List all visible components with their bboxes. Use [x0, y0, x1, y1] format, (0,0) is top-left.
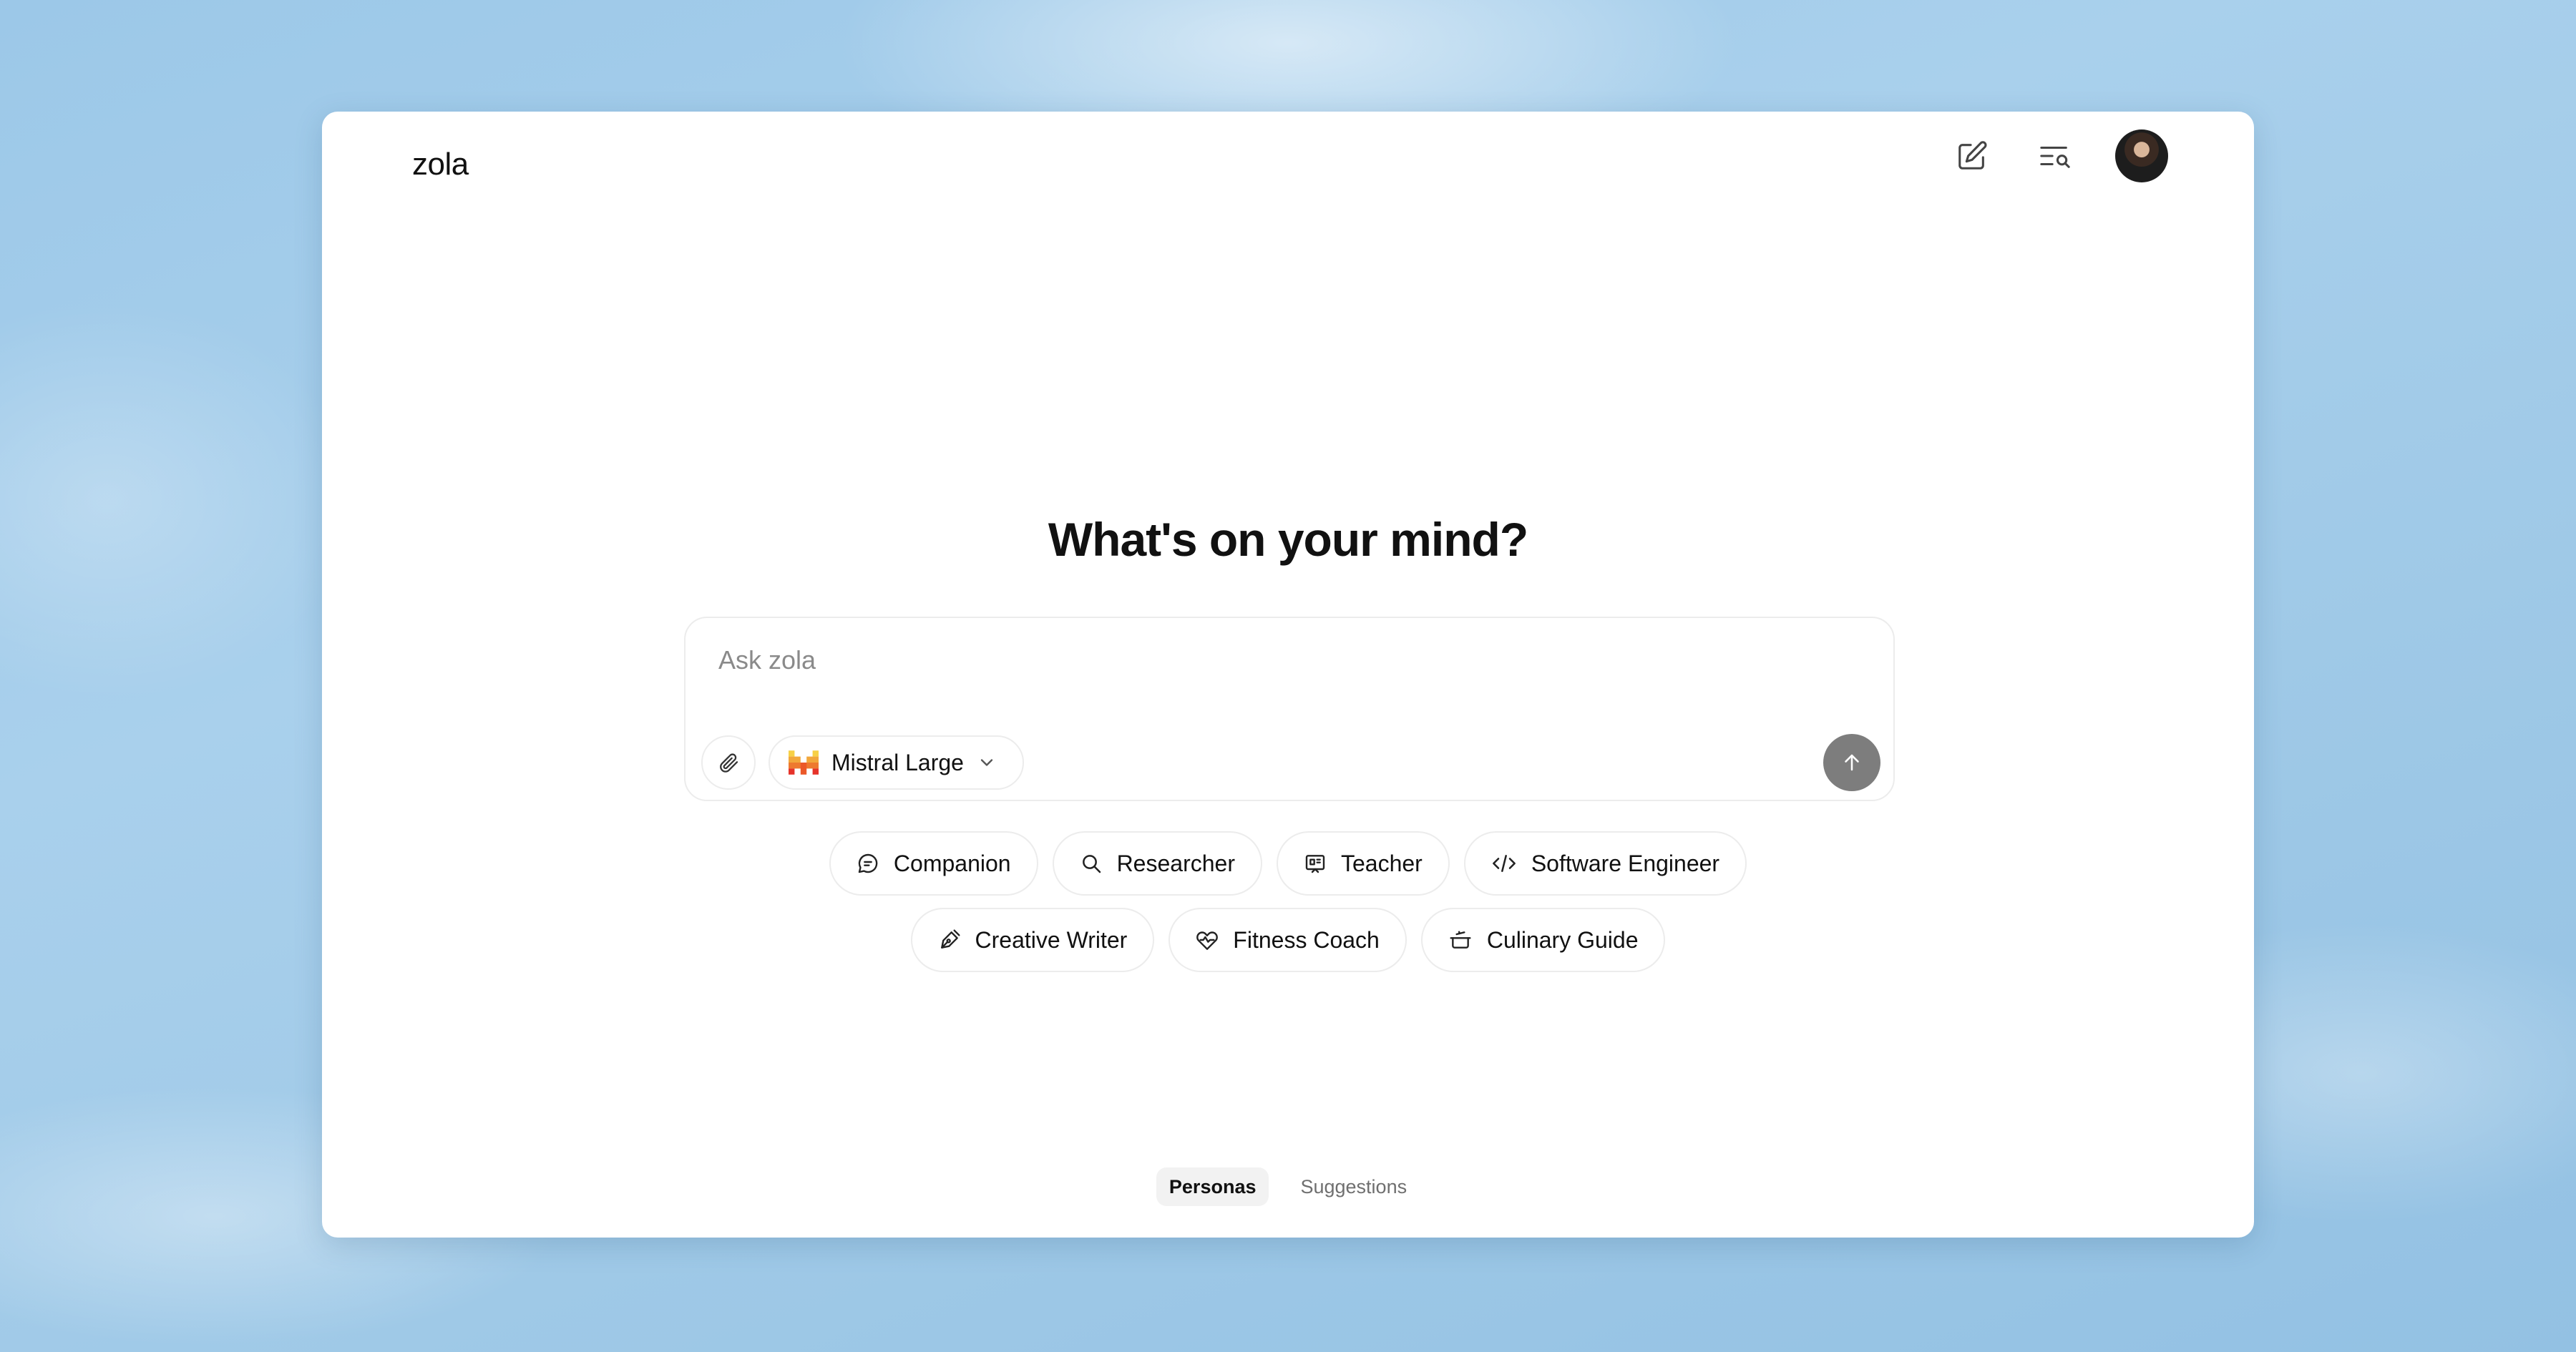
persona-software-engineer[interactable]: Software Engineer: [1463, 831, 1747, 896]
mistral-logo-icon: [789, 750, 819, 775]
search-history-button[interactable]: [2028, 129, 2082, 183]
model-selector[interactable]: Mistral Large: [769, 735, 1024, 790]
search-icon: [1082, 855, 1101, 873]
page-headline: What's on your mind?: [1048, 513, 1528, 566]
new-chat-button[interactable]: [1945, 129, 1999, 183]
persona-fitness-coach[interactable]: Fitness Coach: [1169, 908, 1407, 972]
chat-composer: Mistral Large: [684, 617, 1895, 801]
app-logo[interactable]: zola: [412, 136, 469, 193]
persona-label: Researcher: [1116, 850, 1235, 876]
heart-pulse-icon: [1196, 931, 1219, 950]
arrow-up-icon: [1845, 754, 1859, 771]
paperclip-icon: [720, 753, 738, 773]
pen-nib-icon: [940, 929, 960, 949]
app-window: zola What's on your mind? Ask zola Mistr…: [322, 112, 2254, 1238]
persona-label: Teacher: [1340, 850, 1423, 876]
cooking-pot-icon: [1450, 931, 1471, 949]
list-search-icon: [2040, 146, 2070, 168]
persona-label: Software Engineer: [1531, 850, 1720, 876]
model-label: Mistral Large: [831, 749, 964, 775]
persona-row-2: Creative Writer Fitness Coach Culinary G…: [322, 908, 2254, 972]
prompt-input[interactable]: [717, 638, 1793, 682]
chat-bubble-icon: [858, 853, 878, 873]
header-actions: [1945, 129, 2168, 183]
persona-researcher[interactable]: Researcher: [1052, 831, 1262, 896]
persona-label: Culinary Guide: [1486, 926, 1639, 953]
code-icon: [1492, 855, 1516, 872]
persona-label: Companion: [893, 850, 1011, 876]
pencil-square-icon: [1958, 141, 1987, 170]
user-avatar[interactable]: [2115, 129, 2168, 182]
persona-teacher[interactable]: Teacher: [1276, 831, 1450, 896]
persona-companion[interactable]: Companion: [829, 831, 1038, 896]
attach-file-button[interactable]: [701, 735, 756, 790]
tab-personas[interactable]: Personas: [1156, 1167, 1269, 1206]
persona-creative-writer[interactable]: Creative Writer: [910, 908, 1155, 972]
persona-label: Creative Writer: [975, 926, 1128, 953]
presentation-board-icon: [1305, 855, 1325, 873]
persona-label: Fitness Coach: [1233, 926, 1380, 953]
bottom-tabs: Personas Suggestions: [322, 1167, 2254, 1206]
persona-culinary-guide[interactable]: Culinary Guide: [1420, 908, 1666, 972]
chevron-down-icon: [980, 759, 993, 766]
send-button[interactable]: [1823, 734, 1880, 791]
persona-row-1: Companion Researcher Teacher Software En…: [322, 831, 2254, 896]
tab-suggestions[interactable]: Suggestions: [1287, 1167, 1420, 1206]
